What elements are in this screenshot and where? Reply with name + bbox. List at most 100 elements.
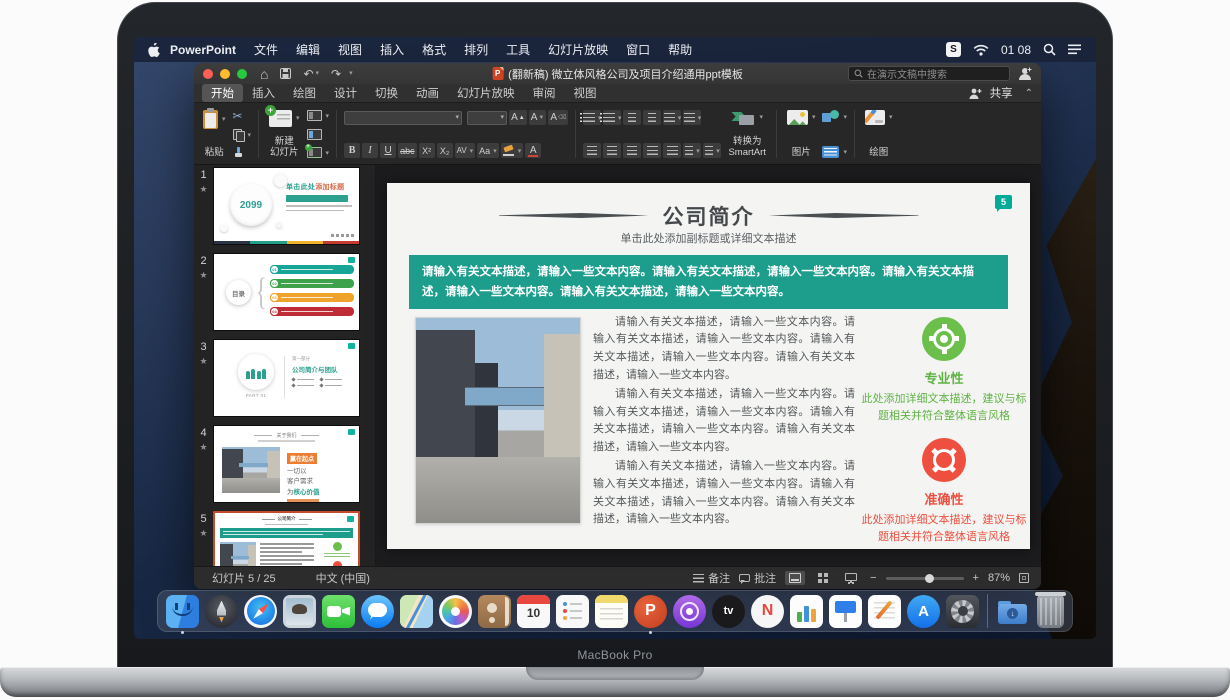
bold-button[interactable]: B	[344, 143, 360, 158]
line-spacing-button[interactable]: ▾	[663, 110, 681, 125]
align-left-button[interactable]	[583, 143, 601, 158]
slide-editing-canvas[interactable]: 5 公司简介 单击此处添加副标题或详细文本描述 请输入有关文本描述，请输入一些文…	[376, 165, 1041, 566]
search-input[interactable]: 在演示文稿中搜索	[848, 66, 1010, 81]
add-section-icon[interactable]	[307, 147, 322, 158]
dock-powerpoint-icon[interactable]: P	[634, 595, 667, 628]
numbering-button[interactable]: ▾	[603, 110, 621, 125]
menu-item-help[interactable]: 帮助	[668, 41, 692, 58]
slide-thumbnail-panel[interactable]: 1★ 2099 单击此处添加标题	[194, 165, 376, 566]
text-direction-button[interactable]: ▾	[683, 143, 701, 158]
dock-appletv-icon[interactable]: tv	[712, 595, 745, 628]
dock-keynote-icon[interactable]	[829, 595, 862, 628]
dock-reminders-icon[interactable]	[556, 595, 589, 628]
dock-numbers-icon[interactable]	[790, 595, 823, 628]
minimize-window-button[interactable]	[220, 69, 230, 79]
account-avatar-icon[interactable]	[1018, 67, 1032, 80]
normal-view-button[interactable]	[785, 571, 805, 585]
align-text-button[interactable]: ▾	[703, 143, 721, 158]
superscript-button[interactable]: X²	[419, 143, 435, 158]
menu-item-view[interactable]: 视图	[338, 41, 362, 58]
dock-calendar-icon[interactable]: 10	[517, 595, 550, 628]
italic-button[interactable]: I	[362, 143, 378, 158]
fit-slide-icon[interactable]	[1019, 573, 1029, 583]
dock-news-icon[interactable]: N	[751, 595, 784, 628]
tab-animations[interactable]: 动画	[407, 84, 448, 102]
zoom-in-button[interactable]: +	[973, 572, 979, 584]
notes-toggle[interactable]: 备注	[693, 570, 730, 586]
slide-thumbnail-5-selected[interactable]: 公司简介	[213, 511, 360, 566]
font-size-combobox[interactable]	[467, 111, 507, 125]
text-highlight-button[interactable]: ▾	[501, 143, 524, 158]
tab-slideshow[interactable]: 幻灯片放映	[448, 84, 524, 102]
dock-pages-icon[interactable]	[868, 595, 901, 628]
bullets-button[interactable]: ▾	[583, 110, 601, 125]
increase-indent-button[interactable]	[643, 110, 661, 125]
menu-item-file[interactable]: 文件	[254, 41, 278, 58]
home-icon[interactable]: ⌂	[260, 67, 268, 81]
feature1-description[interactable]: 此处添加详细文本描述，建议与标题相关并符合整体语言风格	[859, 391, 1029, 425]
menu-item-arrange[interactable]: 排列	[464, 41, 488, 58]
align-center-button[interactable]	[603, 143, 621, 158]
decrease-indent-button[interactable]	[623, 110, 641, 125]
dock-mail-icon[interactable]	[283, 595, 316, 628]
tab-review[interactable]: 审阅	[524, 84, 565, 102]
status-app-icon[interactable]: S	[946, 42, 961, 57]
dock-trash-icon[interactable]	[1037, 595, 1064, 628]
dock-contacts-icon[interactable]	[478, 595, 511, 628]
zoom-slider-thumb[interactable]	[925, 574, 934, 583]
paste-button[interactable]: ▾ 粘贴	[200, 108, 229, 160]
comments-toggle[interactable]: 批注	[739, 570, 776, 586]
slide-feature-column[interactable]: 专业性 此处添加详细文本描述，建议与标题相关并符合整体语言风格 准确性 此处添加…	[859, 317, 1029, 546]
feature1-title[interactable]: 专业性	[924, 368, 963, 387]
slide-thumbnail-2[interactable]: 目录 { 01 02 03 04	[213, 253, 360, 331]
cut-icon[interactable]: ✂	[233, 110, 243, 122]
menu-item-insert[interactable]: 插入	[380, 41, 404, 58]
dock-podcasts-icon[interactable]	[673, 595, 706, 628]
collapse-ribbon-icon[interactable]: ⌃	[1025, 88, 1033, 99]
dock-safari-icon[interactable]	[244, 595, 277, 628]
slide-thumbnail-1[interactable]: 2099 单击此处添加标题	[213, 167, 360, 245]
slide-body-text[interactable]: 请输入有关文本描述，请输入一些文本内容。请输入有关文本描述，请输入一些文本内容。…	[593, 314, 855, 531]
tab-view[interactable]: 视图	[565, 84, 606, 102]
zoom-percentage[interactable]: 87%	[988, 572, 1010, 584]
font-color-button[interactable]: A	[525, 143, 541, 158]
apple-menu-icon[interactable]	[148, 43, 160, 57]
feature2-title[interactable]: 准确性	[924, 489, 963, 508]
tab-design[interactable]: 设计	[325, 84, 366, 102]
undo-button[interactable]: ↶▾	[303, 68, 319, 80]
notification-center-icon[interactable]	[1068, 44, 1082, 55]
tab-home[interactable]: 开始	[202, 84, 243, 102]
slide-title[interactable]: 公司简介	[663, 201, 755, 231]
format-painter-icon[interactable]	[233, 147, 244, 158]
menu-item-slideshow[interactable]: 幻灯片放映	[548, 41, 608, 58]
slide-subtitle[interactable]: 单击此处添加副标题或详细文本描述	[387, 230, 1030, 246]
dock-maps-icon[interactable]	[400, 595, 433, 628]
text-box-icon[interactable]	[822, 146, 839, 158]
copy-icon[interactable]	[233, 129, 244, 140]
feature2-description[interactable]: 此处添加详细文本描述，建议与标题相关并符合整体语言风格	[859, 512, 1029, 546]
current-slide[interactable]: 5 公司简介 单击此处添加副标题或详细文本描述 请输入有关文本描述，请输入一些文…	[387, 183, 1030, 549]
dock-appstore-icon[interactable]: A	[907, 595, 940, 628]
reset-layout-icon[interactable]	[307, 129, 322, 140]
customize-toolbar-icon[interactable]: ▾	[349, 70, 353, 77]
slide-layout-icon[interactable]	[307, 110, 322, 121]
slide-thumbnail-4[interactable]: 关于我们 赢在起点 一切以 客户需求 为核心价值	[213, 425, 360, 503]
font-name-combobox[interactable]	[344, 111, 462, 125]
underline-button[interactable]: U	[380, 143, 396, 158]
menu-clock[interactable]: 01 08	[1001, 43, 1031, 57]
slide-photo[interactable]	[415, 317, 581, 524]
window-titlebar[interactable]: ⌂ ↶▾ ↷ ▾ P (翻新稿) 微立体风格公司及项目介绍通用ppt模板 在演示…	[194, 63, 1041, 84]
tab-transitions[interactable]: 切换	[366, 84, 407, 102]
picture-button[interactable]: ▾ 图片	[784, 108, 819, 160]
slide-thumbnail-3[interactable]: PART 01 第一部分 公司简介与团队	[213, 339, 360, 417]
draw-button[interactable]: ▾ 绘图	[862, 108, 896, 160]
save-icon[interactable]	[280, 68, 291, 79]
distribute-button[interactable]	[663, 143, 681, 158]
shrink-font-button[interactable]: A▼	[529, 110, 547, 125]
dock-system-preferences-icon[interactable]	[946, 595, 979, 628]
slideshow-button[interactable]	[841, 571, 861, 586]
menu-item-window[interactable]: 窗口	[626, 41, 650, 58]
dock-photos-icon[interactable]	[439, 595, 472, 628]
zoom-window-button[interactable]	[237, 69, 247, 79]
language-indicator[interactable]: 中文 (中国)	[316, 570, 370, 586]
